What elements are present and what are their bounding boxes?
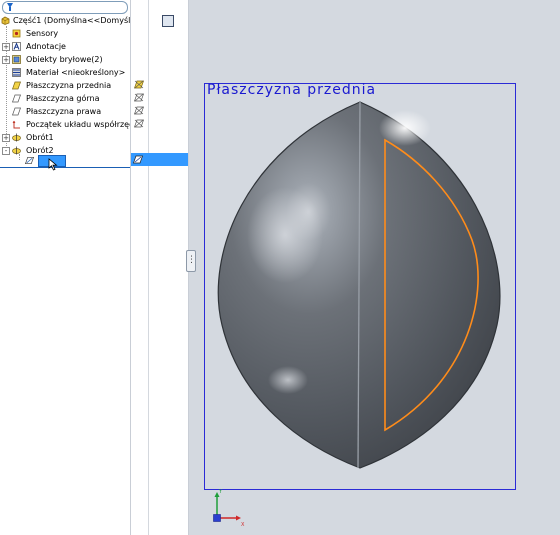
triad-x-label: X: [241, 522, 245, 528]
coordinate-triad: Y X: [213, 489, 245, 528]
front-plane-boundary[interactable]: [204, 83, 516, 490]
triad-y-label: Y: [218, 489, 223, 495]
plane-label: Płaszczyzna przednia: [207, 82, 377, 98]
